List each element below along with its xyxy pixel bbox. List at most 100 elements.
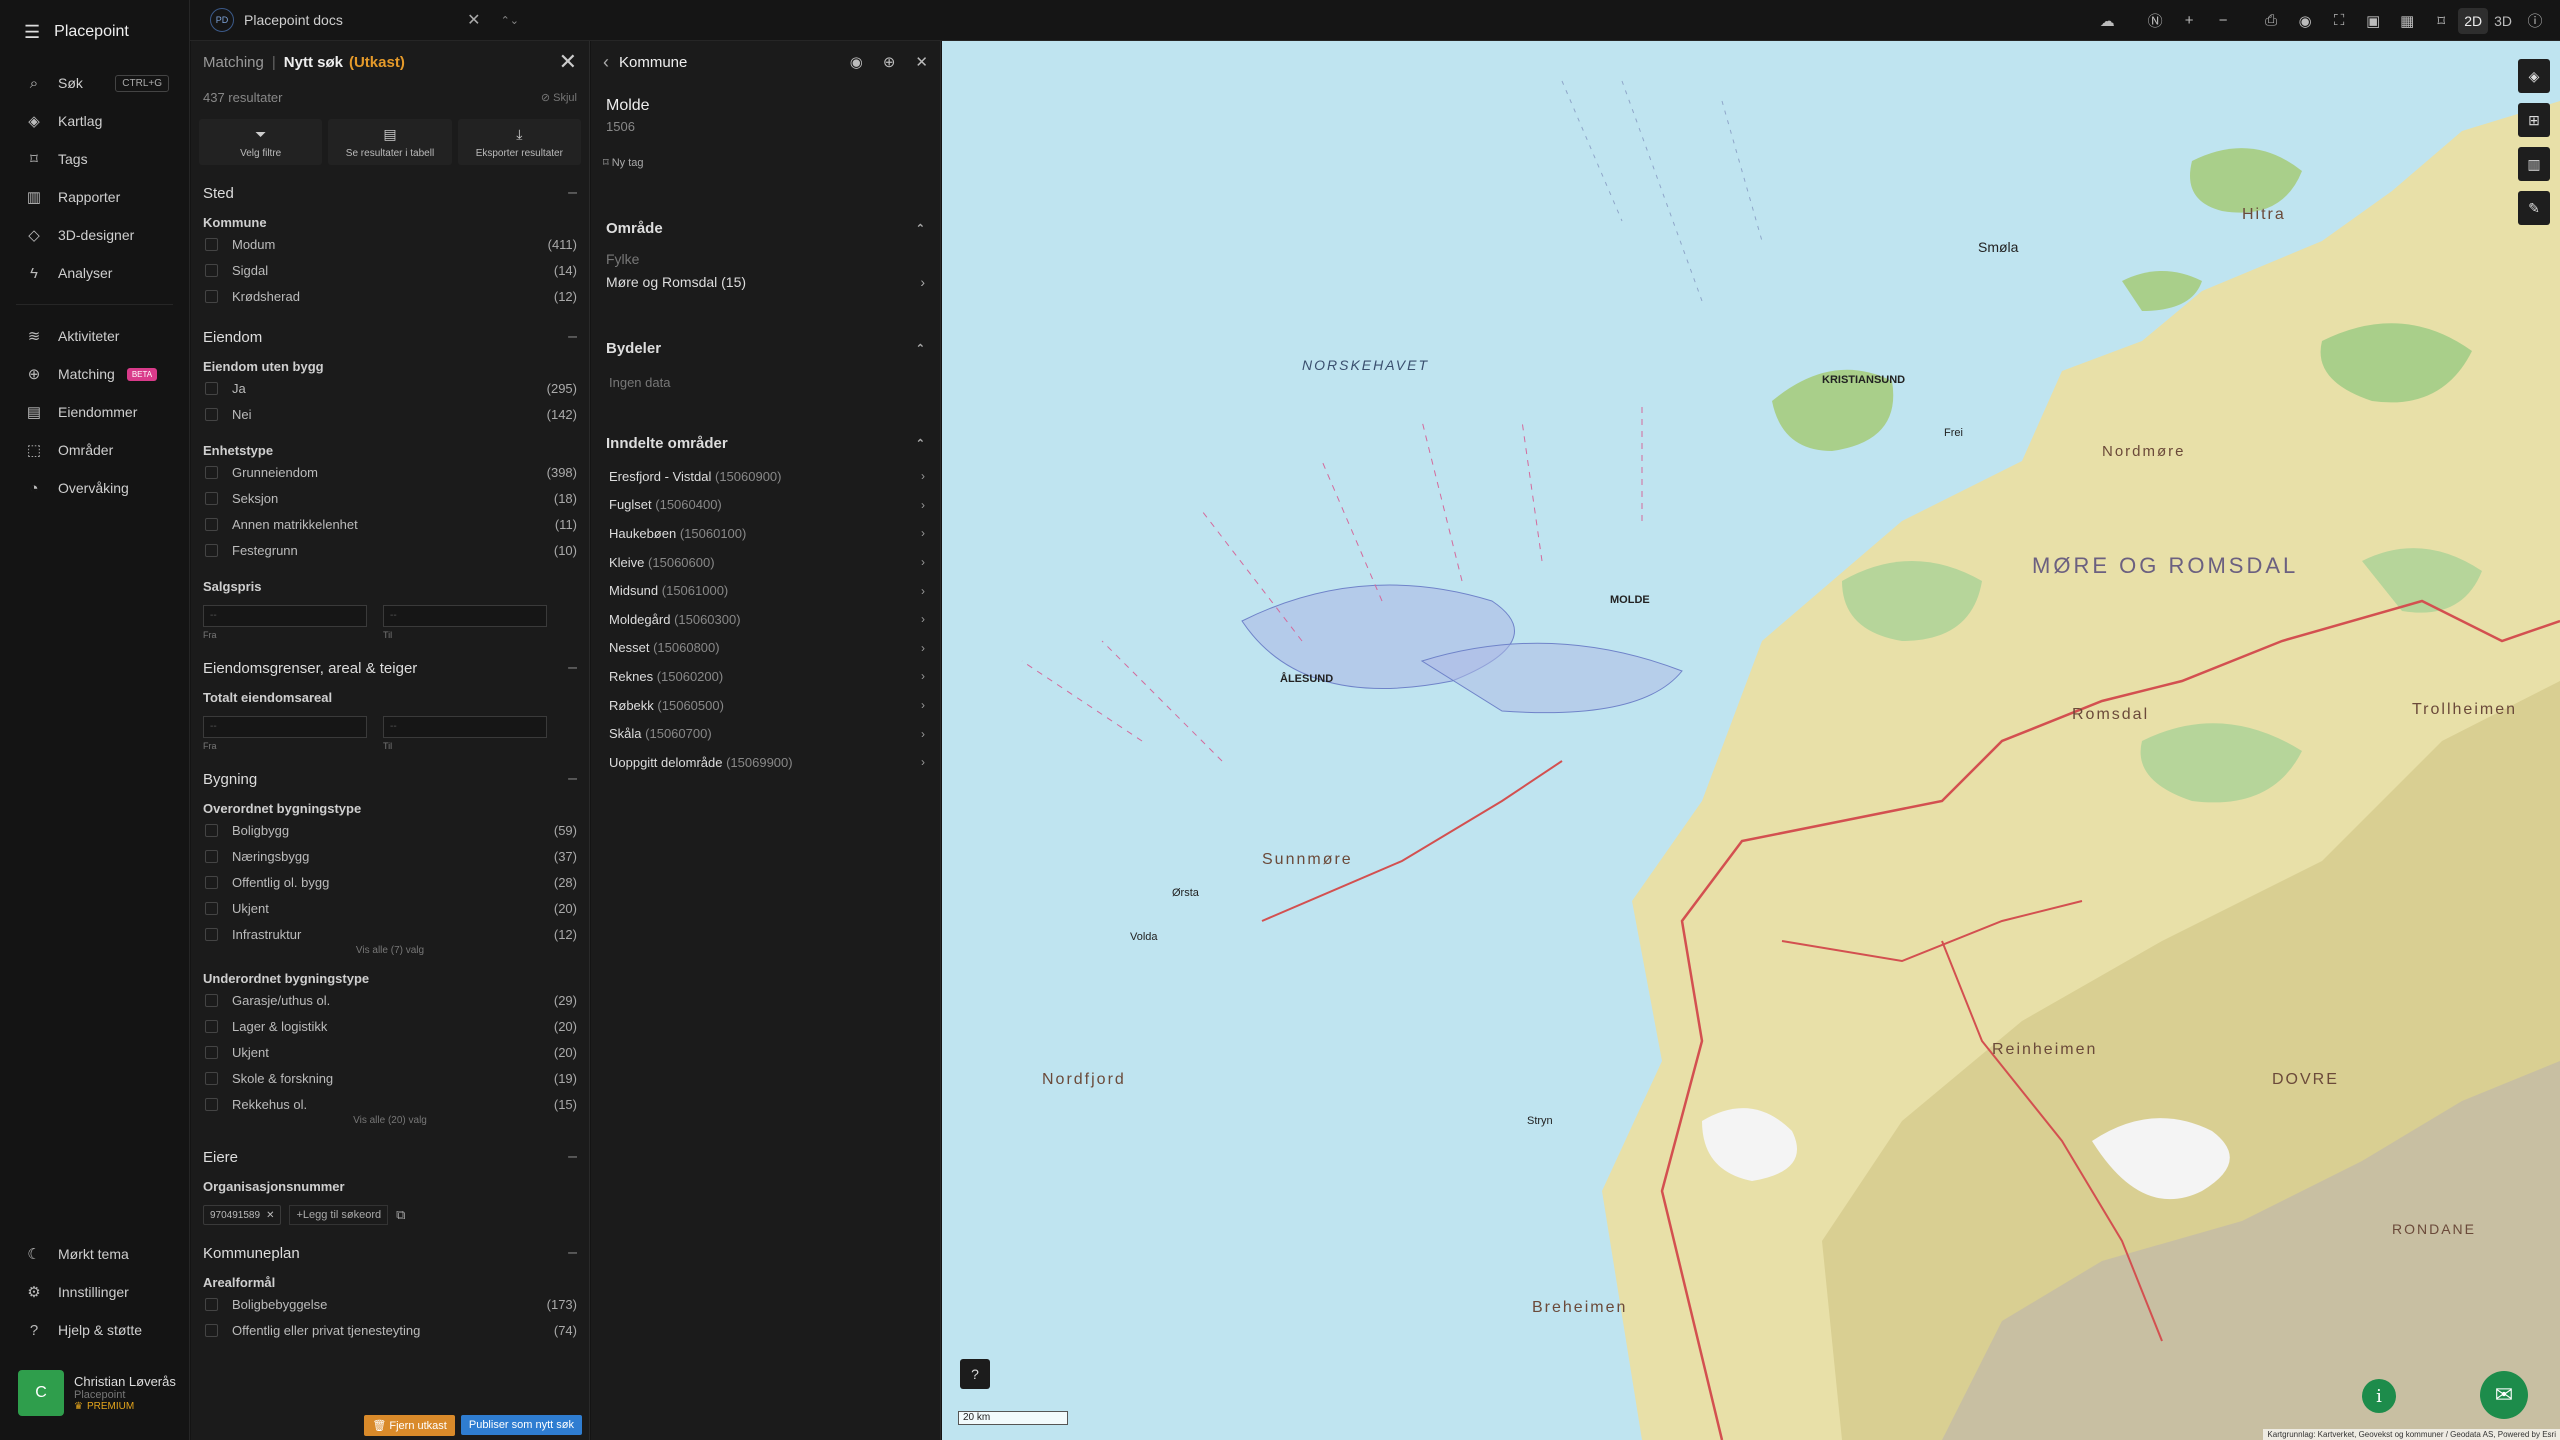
nav-item-monitoring[interactable]: ◔ Overvåking	[0, 469, 189, 507]
nav-item-areas[interactable]: ⬚ Områder	[0, 431, 189, 469]
chevron-up-icon[interactable]: ⌃	[916, 437, 925, 450]
filter-option[interactable]: Infrastruktur (12)	[203, 921, 577, 947]
filter-option[interactable]: Lager & logistikk (20)	[203, 1013, 577, 1039]
checkbox[interactable]	[205, 237, 218, 251]
checkbox[interactable]	[205, 289, 218, 303]
camera-icon[interactable]: ▣	[2356, 4, 2390, 38]
list-item[interactable]: Reknes (15060200) ›	[591, 662, 940, 691]
filter-option[interactable]: Festegrunn (10)	[203, 537, 577, 563]
section-header[interactable]: Eiere –	[203, 1147, 577, 1167]
map-layers-icon[interactable]: ◈	[2518, 59, 2550, 93]
fullscreen-icon[interactable]: ⛶	[2322, 4, 2356, 38]
choose-filters-button[interactable]: ⏷ Velg filtre	[199, 119, 323, 165]
view-table-button[interactable]: ▤ Se resultater i tabell	[328, 119, 452, 165]
checkbox[interactable]	[205, 875, 218, 889]
filter-option[interactable]: Annen matrikkelenhet (11)	[203, 511, 577, 537]
checkbox[interactable]	[205, 465, 218, 479]
list-item[interactable]: Eresfjord - Vistdal (15060900) ›	[591, 462, 940, 491]
eye-icon[interactable]: ◉	[850, 53, 863, 71]
visibility-icon[interactable]: ◉	[2288, 4, 2322, 38]
checkbox[interactable]	[205, 1045, 218, 1059]
zoom-out-icon[interactable]: −	[2206, 4, 2240, 38]
checkbox[interactable]	[205, 993, 218, 1007]
nav-item-search[interactable]: ⌕ Søk CTRL+G	[0, 64, 189, 102]
nav-item-reports[interactable]: ▥ Rapporter	[0, 178, 189, 216]
section-header[interactable]: Kommuneplan –	[203, 1243, 577, 1263]
filter-option[interactable]: Seksjon (18)	[203, 485, 577, 511]
chevron-up-icon[interactable]: ⌃	[916, 222, 925, 235]
section-header[interactable]: Område ⌃	[591, 217, 940, 239]
bookmark-icon[interactable]: ⌑	[2424, 4, 2458, 38]
nav-item-help[interactable]: ? Hjelp & støtte	[0, 1311, 190, 1349]
checkbox[interactable]	[205, 491, 218, 505]
nav-item-activities[interactable]: ≋ Aktiviteter	[0, 317, 189, 355]
close-icon[interactable]: ✕	[915, 53, 928, 71]
compass-north-icon[interactable]: Ⓝ	[2138, 4, 2172, 38]
checkbox[interactable]	[205, 381, 218, 395]
filter-option[interactable]: Ukjent (20)	[203, 895, 577, 921]
filter-option[interactable]: Sigdal (14)	[203, 257, 577, 283]
switch-document-icon[interactable]: ⌃⌄	[501, 14, 519, 27]
map-info-icon[interactable]: i	[2362, 1379, 2396, 1413]
section-header[interactable]: Inndelte områder ⌃	[591, 432, 940, 454]
filter-option[interactable]: Garasje/uthus ol. (29)	[203, 987, 577, 1013]
collapse-icon[interactable]: –	[568, 770, 577, 788]
filter-option[interactable]: Rekkehus ol. (15)	[203, 1091, 577, 1117]
publish-button[interactable]: Publiser som nytt søk	[460, 1415, 582, 1435]
section-header[interactable]: Bydeler ⌃	[591, 337, 940, 359]
info-icon[interactable]: ⓘ	[2518, 4, 2552, 38]
area-to-input[interactable]: --	[383, 716, 547, 738]
section-header[interactable]: Bygning –	[203, 769, 577, 789]
checkbox[interactable]	[205, 407, 218, 421]
collapse-icon[interactable]: –	[568, 328, 577, 346]
export-button[interactable]: ⤓ Eksporter resultater	[457, 119, 581, 165]
copy-icon[interactable]: ⧉	[396, 1207, 405, 1223]
section-header[interactable]: Sted –	[203, 183, 577, 203]
mode-2d-button[interactable]: 2D	[2458, 7, 2489, 34]
print-icon[interactable]: ⎙	[2254, 4, 2288, 38]
filter-option[interactable]: Næringsbygg (37)	[203, 843, 577, 869]
filter-option[interactable]: Grunneiendom (398)	[203, 459, 577, 485]
filter-option[interactable]: Modum (411)	[203, 231, 577, 257]
filter-option[interactable]: Offentlig eller privat tjenesteyting (74)	[203, 1317, 577, 1343]
checkbox[interactable]	[205, 849, 218, 863]
list-item[interactable]: Kleive (15060600) ›	[591, 548, 940, 577]
checkbox[interactable]	[205, 263, 218, 277]
filter-option[interactable]: Krødsherad (12)	[203, 283, 577, 309]
area-from-input[interactable]: --	[203, 716, 367, 738]
document-tab[interactable]: PD Placepoint docs ✕ ⌃⌄	[202, 6, 527, 34]
map-chart-icon[interactable]: ▥	[2518, 147, 2550, 181]
hide-button[interactable]: ⊘ Skjul	[541, 91, 577, 104]
grid-icon[interactable]: ▦	[2390, 4, 2424, 38]
map-measure-icon[interactable]: ⊞	[2518, 103, 2550, 137]
collapse-icon[interactable]: –	[568, 659, 577, 677]
checkbox[interactable]	[205, 1323, 218, 1337]
filter-option[interactable]: Nei (142)	[203, 401, 577, 427]
list-item[interactable]: Moldegård (15060300) ›	[591, 605, 940, 634]
keyword-chip[interactable]: 970491589 ✕	[203, 1205, 282, 1225]
back-icon[interactable]: ‹	[603, 52, 609, 73]
list-item[interactable]: Røbekk (15060500) ›	[591, 691, 940, 720]
checkbox[interactable]	[205, 1297, 218, 1311]
add-keyword-button[interactable]: + Legg til søkeord	[289, 1205, 389, 1225]
show-all-link[interactable]: Vis alle (20) valg	[203, 1115, 577, 1129]
zoom-in-icon[interactable]: +	[2172, 4, 2206, 38]
nav-item-dark-theme[interactable]: ☾ Mørkt tema	[0, 1235, 190, 1273]
user-profile[interactable]: C Christian Løverås Placepoint ♛ PREMIUM	[18, 1370, 176, 1416]
collapse-icon[interactable]: –	[568, 1148, 577, 1166]
checkbox[interactable]	[205, 543, 218, 557]
brand[interactable]: ☰ Placepoint	[0, 0, 189, 64]
map-canvas[interactable]: NORSKEHAVET MØRE OG ROMSDAL Romsdal Sunn…	[942, 41, 2560, 1440]
nav-item-properties[interactable]: ▤ Eiendommer	[0, 393, 189, 431]
list-item[interactable]: Uoppgitt delområde (15069900) ›	[591, 748, 940, 777]
close-icon[interactable]: ✕	[559, 49, 577, 75]
price-from-input[interactable]: --	[203, 605, 367, 627]
collapse-icon[interactable]: –	[568, 184, 577, 202]
list-item[interactable]: Midsund (15061000) ›	[591, 576, 940, 605]
map-draw-icon[interactable]: ✎	[2518, 191, 2550, 225]
show-all-link[interactable]: Vis alle (7) valg	[203, 945, 577, 959]
filter-option[interactable]: Ukjent (20)	[203, 1039, 577, 1065]
close-document-icon[interactable]: ✕	[467, 10, 480, 30]
section-header[interactable]: Eiendomsgrenser, areal & teiger –	[203, 658, 577, 678]
price-to-input[interactable]: --	[383, 605, 547, 627]
